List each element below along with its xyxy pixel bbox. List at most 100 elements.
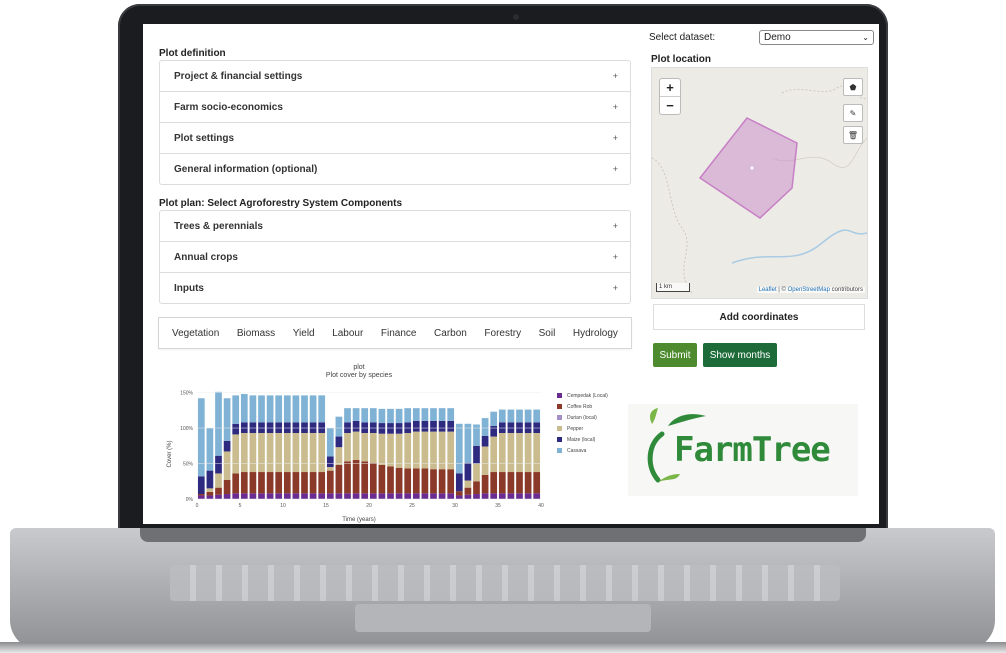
bar-segment <box>301 395 308 423</box>
x-tick-label: 40 <box>538 503 544 509</box>
dataset-select[interactable]: Demo ⌄ <box>759 30 874 45</box>
bar-segment <box>455 423 463 474</box>
output-tabs: Vegetation Biomass Yield Labour Finance … <box>158 317 632 349</box>
bar-segment <box>473 463 480 482</box>
osm-link[interactable]: OpenStreetMap <box>788 287 830 293</box>
bar-segment <box>361 433 369 462</box>
bar-segment <box>309 422 317 433</box>
accordion-trees-perennials[interactable]: Trees & perennials + <box>160 211 630 242</box>
bar-segment <box>309 472 317 494</box>
bar-segment <box>378 408 386 424</box>
bar-segment <box>232 395 240 424</box>
bar-segment <box>326 467 334 471</box>
bar-segment <box>387 423 394 434</box>
bar-segment <box>318 422 326 433</box>
leaflet-link[interactable]: Leaflet <box>759 287 777 293</box>
bar-segment <box>438 469 446 494</box>
plot-definition-title: Plot definition <box>159 48 226 59</box>
tab-biomass[interactable]: Biomass <box>237 328 275 339</box>
tab-vegetation[interactable]: Vegetation <box>172 328 219 339</box>
bar-segment <box>249 422 257 433</box>
bar-segment <box>275 433 283 473</box>
bar-segment <box>430 469 437 494</box>
bar-segment <box>215 455 222 474</box>
accordion-project-financial[interactable]: Project & financial settings + <box>160 61 630 92</box>
bar-segment <box>326 428 334 457</box>
bar-segment <box>524 493 532 499</box>
legend-label[interactable]: Coffee Rob <box>567 404 592 410</box>
bar-segment <box>301 472 308 494</box>
accordion-inputs[interactable]: Inputs + <box>160 273 630 303</box>
plot-location-map[interactable]: + − ⬟ ✎ 🗑 1 km Leaflet | © OpenStreetMap… <box>651 67 868 299</box>
bar-segment <box>361 461 369 494</box>
map-attribution: Leaflet | © OpenStreetMap contributors <box>756 287 865 293</box>
farmtree-logo: FarmTree <box>628 404 858 496</box>
zoom-in-button[interactable]: + <box>660 79 680 97</box>
accordion-label: Project & financial settings <box>174 70 303 82</box>
bar-segment <box>378 493 386 499</box>
table-surface <box>0 642 1006 653</box>
x-tick-label: 5 <box>239 503 242 509</box>
accordion-general-information[interactable]: General information (optional) + <box>160 154 630 184</box>
x-tick-label: 30 <box>452 503 458 509</box>
show-months-button[interactable]: Show months <box>703 343 777 367</box>
legend-label[interactable]: Maize (local) <box>567 437 596 443</box>
add-coordinates-button[interactable]: Add coordinates <box>653 304 865 330</box>
tab-yield[interactable]: Yield <box>293 328 315 339</box>
tab-carbon[interactable]: Carbon <box>434 328 467 339</box>
tab-finance[interactable]: Finance <box>381 328 417 339</box>
y-axis-label: Cover (%) <box>167 440 173 467</box>
tab-forestry[interactable]: Forestry <box>484 328 521 339</box>
bar-segment <box>258 422 265 433</box>
bar-segment <box>309 433 317 473</box>
bar-segment <box>533 433 541 473</box>
bar-segment <box>352 408 360 421</box>
bar-segment <box>387 433 394 467</box>
bar-segment <box>266 422 274 433</box>
bar-segment <box>421 420 429 432</box>
tab-hydrology[interactable]: Hydrology <box>573 328 618 339</box>
bar-segment <box>326 456 334 468</box>
edit-icon[interactable]: ✎ <box>843 104 863 122</box>
plus-icon: + <box>612 164 618 174</box>
bar-segment <box>369 462 377 494</box>
accordion-plot-settings[interactable]: Plot settings + <box>160 123 630 154</box>
draw-polygon-icon[interactable]: ⬟ <box>843 78 863 96</box>
legend-label[interactable]: Cempedak (Local) <box>567 393 608 399</box>
bar-segment <box>266 433 274 473</box>
plot-definition-accordion: Project & financial settings + Farm soci… <box>159 60 631 185</box>
bar-segment <box>197 495 205 499</box>
bar-segment <box>292 472 300 494</box>
tab-labour[interactable]: Labour <box>332 328 363 339</box>
zoom-out-button[interactable]: − <box>660 97 680 114</box>
submit-button[interactable]: Submit <box>653 343 697 367</box>
accordion-farm-socio-economics[interactable]: Farm socio-economics + <box>160 92 630 123</box>
tab-soil[interactable]: Soil <box>539 328 556 339</box>
bar-segment <box>275 395 283 423</box>
chart-title: plot <box>353 364 364 371</box>
x-tick-label: 10 <box>280 503 286 509</box>
legend-label[interactable]: Cassava <box>567 448 587 454</box>
dataset-label: Select dataset: <box>649 32 716 43</box>
bar-segment <box>301 493 308 499</box>
bar-segment <box>473 494 480 499</box>
bar-segment <box>524 409 532 423</box>
bar-segment <box>498 422 506 433</box>
legend-label[interactable]: Pepper <box>567 426 583 432</box>
bar-segment <box>490 436 498 473</box>
bar-segment <box>421 431 429 469</box>
plot-polygon <box>698 117 798 219</box>
legend-label[interactable]: Durian (local) <box>567 415 597 421</box>
bar-segment <box>412 431 420 469</box>
bar-segment <box>335 493 343 499</box>
bar-segment <box>421 408 429 421</box>
bar-segment <box>498 409 506 423</box>
bar-segment <box>404 408 412 423</box>
bar-segment <box>507 433 515 473</box>
trash-icon[interactable]: 🗑 <box>843 126 863 144</box>
plot-plan-title: Plot plan: Select Agroforestry System Co… <box>159 198 403 209</box>
legend-swatch <box>557 426 562 431</box>
bar-segment <box>412 468 420 494</box>
accordion-annual-crops[interactable]: Annual crops + <box>160 242 630 273</box>
bar-segment <box>266 493 274 499</box>
